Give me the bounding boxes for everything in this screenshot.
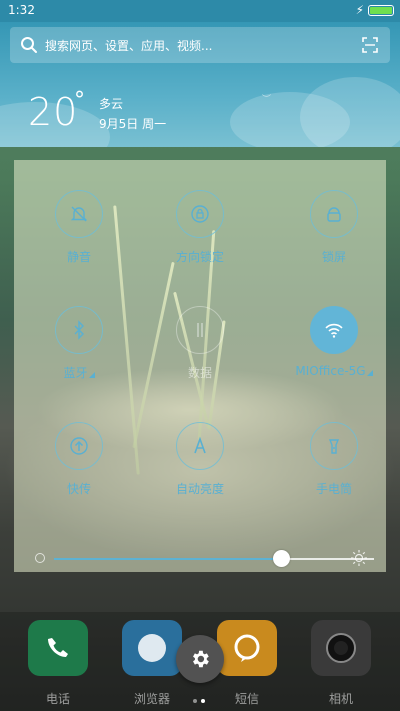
- date: 9月5日 周一: [99, 117, 167, 131]
- tile-wifi[interactable]: MIOffice-5G: [279, 306, 389, 406]
- lock-icon: [310, 190, 358, 238]
- brightness-high-icon: [351, 550, 367, 566]
- tile-mobile-data[interactable]: 数据: [145, 306, 255, 406]
- bluetooth-icon: [55, 306, 103, 354]
- tile-label: 数据: [187, 366, 212, 380]
- tile-label: 手电筒: [315, 482, 352, 496]
- app-messages[interactable]: 短信: [217, 620, 277, 706]
- mobile-data-icon: [176, 306, 224, 354]
- tile-auto-brightness[interactable]: 自动亮度: [145, 422, 255, 522]
- app-camera[interactable]: 相机: [311, 620, 371, 706]
- tile-label: 快传: [66, 482, 91, 496]
- quick-settings-panel: 静音 方向锁定 锁屏 蓝牙 数据 MIOffice-5G 快传 自动亮度 手电筒: [14, 160, 386, 572]
- app-browser[interactable]: 浏览器: [122, 620, 182, 706]
- camera-icon: [311, 620, 371, 676]
- browser-icon: [122, 620, 182, 676]
- search-bar[interactable]: 搜索网页、设置、应用、视频...: [10, 27, 390, 63]
- tile-flashlight[interactable]: 手电筒: [279, 422, 389, 522]
- tile-rotation-lock[interactable]: 方向锁定: [145, 190, 255, 290]
- app-name: 电话: [45, 692, 70, 706]
- scan-icon[interactable]: [362, 37, 378, 53]
- status-time: 1:32: [8, 3, 35, 17]
- rotation-lock-icon: [176, 190, 224, 238]
- app-name: 短信: [234, 692, 259, 706]
- message-icon: [217, 620, 277, 676]
- tile-mute[interactable]: 静音: [24, 190, 134, 290]
- gear-icon: [193, 650, 209, 668]
- tile-quick-transfer[interactable]: 快传: [24, 422, 134, 522]
- tile-label: 锁屏: [321, 250, 346, 264]
- tile-label: 方向锁定: [175, 250, 224, 264]
- settings-button[interactable]: [176, 635, 224, 683]
- page-dot: [201, 699, 205, 703]
- brightness-low-icon: [35, 553, 45, 563]
- tile-label: 自动亮度: [175, 482, 224, 496]
- tile-label: 静音: [66, 250, 91, 264]
- brightness-slider-fill: [54, 558, 282, 560]
- weather-condition: 多云: [99, 97, 124, 111]
- app-name: 相机: [328, 692, 353, 706]
- app-phone[interactable]: 电话: [28, 620, 88, 706]
- status-bar: 1:32 ⚡: [0, 0, 400, 22]
- search-input[interactable]: 搜索网页、设置、应用、视频...: [45, 37, 212, 54]
- tile-lock-screen[interactable]: 锁屏: [279, 190, 389, 290]
- bird-decoration: ︶: [262, 95, 272, 105]
- flashlight-icon: [310, 422, 358, 470]
- search-icon: [21, 37, 37, 53]
- charging-icon: ⚡: [355, 3, 364, 17]
- tile-label: 蓝牙: [24, 364, 134, 381]
- page-indicator: [193, 688, 209, 707]
- brightness-slider[interactable]: [54, 550, 374, 567]
- phone-icon: [28, 620, 88, 676]
- app-name: 浏览器: [133, 692, 170, 706]
- tile-label: MIOffice-5G: [273, 364, 395, 378]
- degree-symbol: °: [74, 88, 85, 113]
- wifi-icon: [310, 306, 358, 354]
- temperature: 20: [28, 90, 79, 134]
- battery-icon: [368, 5, 394, 16]
- auto-brightness-icon: [176, 422, 224, 470]
- bell-off-icon: [55, 190, 103, 238]
- weather-header: ︶ 搜索网页、设置、应用、视频... 20 ° 多云 9月5日 周一: [0, 22, 400, 147]
- brightness-slider-knob[interactable]: [273, 550, 291, 567]
- page-dot: [193, 699, 197, 703]
- share-transfer-icon: [55, 422, 103, 470]
- tile-bluetooth[interactable]: 蓝牙: [24, 306, 134, 406]
